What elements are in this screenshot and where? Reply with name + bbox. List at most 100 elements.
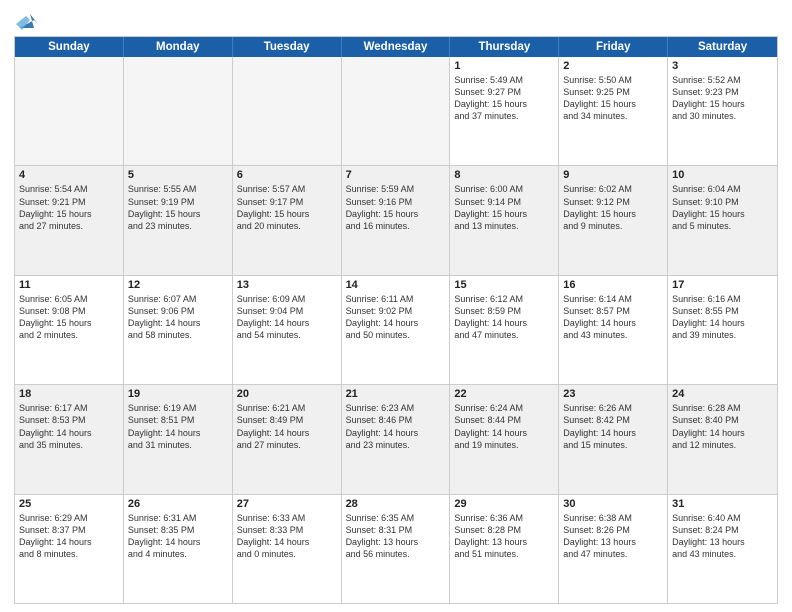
day-number: 12 xyxy=(128,279,228,291)
day-info: Sunrise: 6:05 AM Sunset: 9:08 PM Dayligh… xyxy=(19,293,119,342)
day-number: 26 xyxy=(128,498,228,510)
day-info: Sunrise: 6:36 AM Sunset: 8:28 PM Dayligh… xyxy=(454,512,554,561)
day-number: 28 xyxy=(346,498,446,510)
day-number: 11 xyxy=(19,279,119,291)
day-number: 17 xyxy=(672,279,773,291)
day-number: 21 xyxy=(346,388,446,400)
calendar-cell: 8 Sunrise: 6:00 AM Sunset: 9:14 PM Daylig… xyxy=(450,166,559,274)
day-number: 22 xyxy=(454,388,554,400)
day-number: 19 xyxy=(128,388,228,400)
day-info: Sunrise: 6:26 AM Sunset: 8:42 PM Dayligh… xyxy=(563,402,663,451)
day-info: Sunrise: 6:35 AM Sunset: 8:31 PM Dayligh… xyxy=(346,512,446,561)
day-number: 16 xyxy=(563,279,663,291)
calendar-row: 11 Sunrise: 6:05 AM Sunset: 9:08 PM Dayli… xyxy=(15,276,777,385)
calendar-cell: 29 Sunrise: 6:36 AM Sunset: 8:28 PM Dayli… xyxy=(450,495,559,603)
day-info: Sunrise: 6:11 AM Sunset: 9:02 PM Dayligh… xyxy=(346,293,446,342)
day-number: 4 xyxy=(19,169,119,181)
day-info: Sunrise: 6:02 AM Sunset: 9:12 PM Dayligh… xyxy=(563,183,663,232)
day-number: 14 xyxy=(346,279,446,291)
calendar-row: 4 Sunrise: 5:54 AM Sunset: 9:21 PM Daylig… xyxy=(15,166,777,275)
day-number: 7 xyxy=(346,169,446,181)
day-info: Sunrise: 6:21 AM Sunset: 8:49 PM Dayligh… xyxy=(237,402,337,451)
calendar-cell: 22Sunrise: 6:24 AM Sunset: 8:44 PM Dayli… xyxy=(450,385,559,493)
day-number: 24 xyxy=(672,388,773,400)
day-info: Sunrise: 6:28 AM Sunset: 8:40 PM Dayligh… xyxy=(672,402,773,451)
calendar-row: 1 Sunrise: 5:49 AM Sunset: 9:27 PM Daylig… xyxy=(15,57,777,166)
day-info: Sunrise: 5:50 AM Sunset: 9:25 PM Dayligh… xyxy=(563,74,663,123)
calendar-cell: 10 Sunrise: 6:04 AM Sunset: 9:10 PM Dayli… xyxy=(668,166,777,274)
calendar-cell: 3 Sunrise: 5:52 AM Sunset: 9:23 PM Daylig… xyxy=(668,57,777,165)
calendar: SundayMondayTuesdayWednesdayThursdayFrid… xyxy=(14,36,778,604)
weekday-header: Tuesday xyxy=(233,37,342,57)
day-number: 1 xyxy=(454,60,554,72)
day-number: 29 xyxy=(454,498,554,510)
weekday-header: Saturday xyxy=(668,37,777,57)
day-number: 13 xyxy=(237,279,337,291)
calendar-cell: 19 Sunrise: 6:19 AM Sunset: 8:51 PM Dayli… xyxy=(124,385,233,493)
day-info: Sunrise: 5:55 AM Sunset: 9:19 PM Dayligh… xyxy=(128,183,228,232)
calendar-cell: 15Sunrise: 6:12 AM Sunset: 8:59 PM Dayli… xyxy=(450,276,559,384)
day-info: Sunrise: 6:12 AM Sunset: 8:59 PM Dayligh… xyxy=(454,293,554,342)
day-info: Sunrise: 6:04 AM Sunset: 9:10 PM Dayligh… xyxy=(672,183,773,232)
day-info: Sunrise: 6:38 AM Sunset: 8:26 PM Dayligh… xyxy=(563,512,663,561)
calendar-row: 18 Sunrise: 6:17 AM Sunset: 8:53 PM Dayli… xyxy=(15,385,777,494)
calendar-cell: 21 Sunrise: 6:23 AM Sunset: 8:46 PM Dayli… xyxy=(342,385,451,493)
calendar-cell xyxy=(15,57,124,165)
day-info: Sunrise: 5:49 AM Sunset: 9:27 PM Dayligh… xyxy=(454,74,554,123)
calendar-cell: 26 Sunrise: 6:31 AM Sunset: 8:35 PM Dayli… xyxy=(124,495,233,603)
day-info: Sunrise: 6:33 AM Sunset: 8:33 PM Dayligh… xyxy=(237,512,337,561)
day-number: 27 xyxy=(237,498,337,510)
calendar-cell: 28 Sunrise: 6:35 AM Sunset: 8:31 PM Dayli… xyxy=(342,495,451,603)
day-number: 9 xyxy=(563,169,663,181)
calendar-cell: 30 Sunrise: 6:38 AM Sunset: 8:26 PM Dayli… xyxy=(559,495,668,603)
day-info: Sunrise: 5:52 AM Sunset: 9:23 PM Dayligh… xyxy=(672,74,773,123)
day-number: 18 xyxy=(19,388,119,400)
day-number: 30 xyxy=(563,498,663,510)
calendar-cell: 7 Sunrise: 5:59 AM Sunset: 9:16 PM Daylig… xyxy=(342,166,451,274)
day-number: 31 xyxy=(672,498,773,510)
day-info: Sunrise: 6:40 AM Sunset: 8:24 PM Dayligh… xyxy=(672,512,773,561)
day-number: 10 xyxy=(672,169,773,181)
calendar-cell: 18 Sunrise: 6:17 AM Sunset: 8:53 PM Dayli… xyxy=(15,385,124,493)
day-info: Sunrise: 6:00 AM Sunset: 9:14 PM Dayligh… xyxy=(454,183,554,232)
calendar-cell xyxy=(233,57,342,165)
weekday-header: Wednesday xyxy=(342,37,451,57)
calendar-row: 25Sunrise: 6:29 AM Sunset: 8:37 PM Dayli… xyxy=(15,495,777,603)
weekday-header: Sunday xyxy=(15,37,124,57)
calendar-cell xyxy=(124,57,233,165)
day-number: 20 xyxy=(237,388,337,400)
calendar-cell: 12 Sunrise: 6:07 AM Sunset: 9:06 PM Dayli… xyxy=(124,276,233,384)
logo-icon xyxy=(16,10,38,32)
weekday-header: Thursday xyxy=(450,37,559,57)
calendar-cell: 13 Sunrise: 6:09 AM Sunset: 9:04 PM Dayli… xyxy=(233,276,342,384)
day-info: Sunrise: 6:07 AM Sunset: 9:06 PM Dayligh… xyxy=(128,293,228,342)
day-info: Sunrise: 6:17 AM Sunset: 8:53 PM Dayligh… xyxy=(19,402,119,451)
day-info: Sunrise: 6:14 AM Sunset: 8:57 PM Dayligh… xyxy=(563,293,663,342)
calendar-cell: 2Sunrise: 5:50 AM Sunset: 9:25 PM Daylig… xyxy=(559,57,668,165)
calendar-cell: 17 Sunrise: 6:16 AM Sunset: 8:55 PM Dayli… xyxy=(668,276,777,384)
day-info: Sunrise: 6:09 AM Sunset: 9:04 PM Dayligh… xyxy=(237,293,337,342)
day-number: 6 xyxy=(237,169,337,181)
weekday-header: Monday xyxy=(124,37,233,57)
logo xyxy=(14,14,38,30)
day-number: 8 xyxy=(454,169,554,181)
day-info: Sunrise: 6:23 AM Sunset: 8:46 PM Dayligh… xyxy=(346,402,446,451)
calendar-cell: 9 Sunrise: 6:02 AM Sunset: 9:12 PM Daylig… xyxy=(559,166,668,274)
day-number: 3 xyxy=(672,60,773,72)
day-info: Sunrise: 6:16 AM Sunset: 8:55 PM Dayligh… xyxy=(672,293,773,342)
calendar-cell: 4 Sunrise: 5:54 AM Sunset: 9:21 PM Daylig… xyxy=(15,166,124,274)
calendar-body: 1 Sunrise: 5:49 AM Sunset: 9:27 PM Daylig… xyxy=(15,57,777,603)
page-container: SundayMondayTuesdayWednesdayThursdayFrid… xyxy=(0,0,792,612)
day-info: Sunrise: 6:31 AM Sunset: 8:35 PM Dayligh… xyxy=(128,512,228,561)
day-info: Sunrise: 5:59 AM Sunset: 9:16 PM Dayligh… xyxy=(346,183,446,232)
calendar-cell: 23 Sunrise: 6:26 AM Sunset: 8:42 PM Dayli… xyxy=(559,385,668,493)
calendar-cell: 6Sunrise: 5:57 AM Sunset: 9:17 PM Daylig… xyxy=(233,166,342,274)
day-number: 5 xyxy=(128,169,228,181)
header xyxy=(14,10,778,30)
day-number: 23 xyxy=(563,388,663,400)
calendar-cell: 27 Sunrise: 6:33 AM Sunset: 8:33 PM Dayli… xyxy=(233,495,342,603)
day-info: Sunrise: 6:19 AM Sunset: 8:51 PM Dayligh… xyxy=(128,402,228,451)
calendar-cell xyxy=(342,57,451,165)
day-info: Sunrise: 5:54 AM Sunset: 9:21 PM Dayligh… xyxy=(19,183,119,232)
calendar-header: SundayMondayTuesdayWednesdayThursdayFrid… xyxy=(15,37,777,57)
